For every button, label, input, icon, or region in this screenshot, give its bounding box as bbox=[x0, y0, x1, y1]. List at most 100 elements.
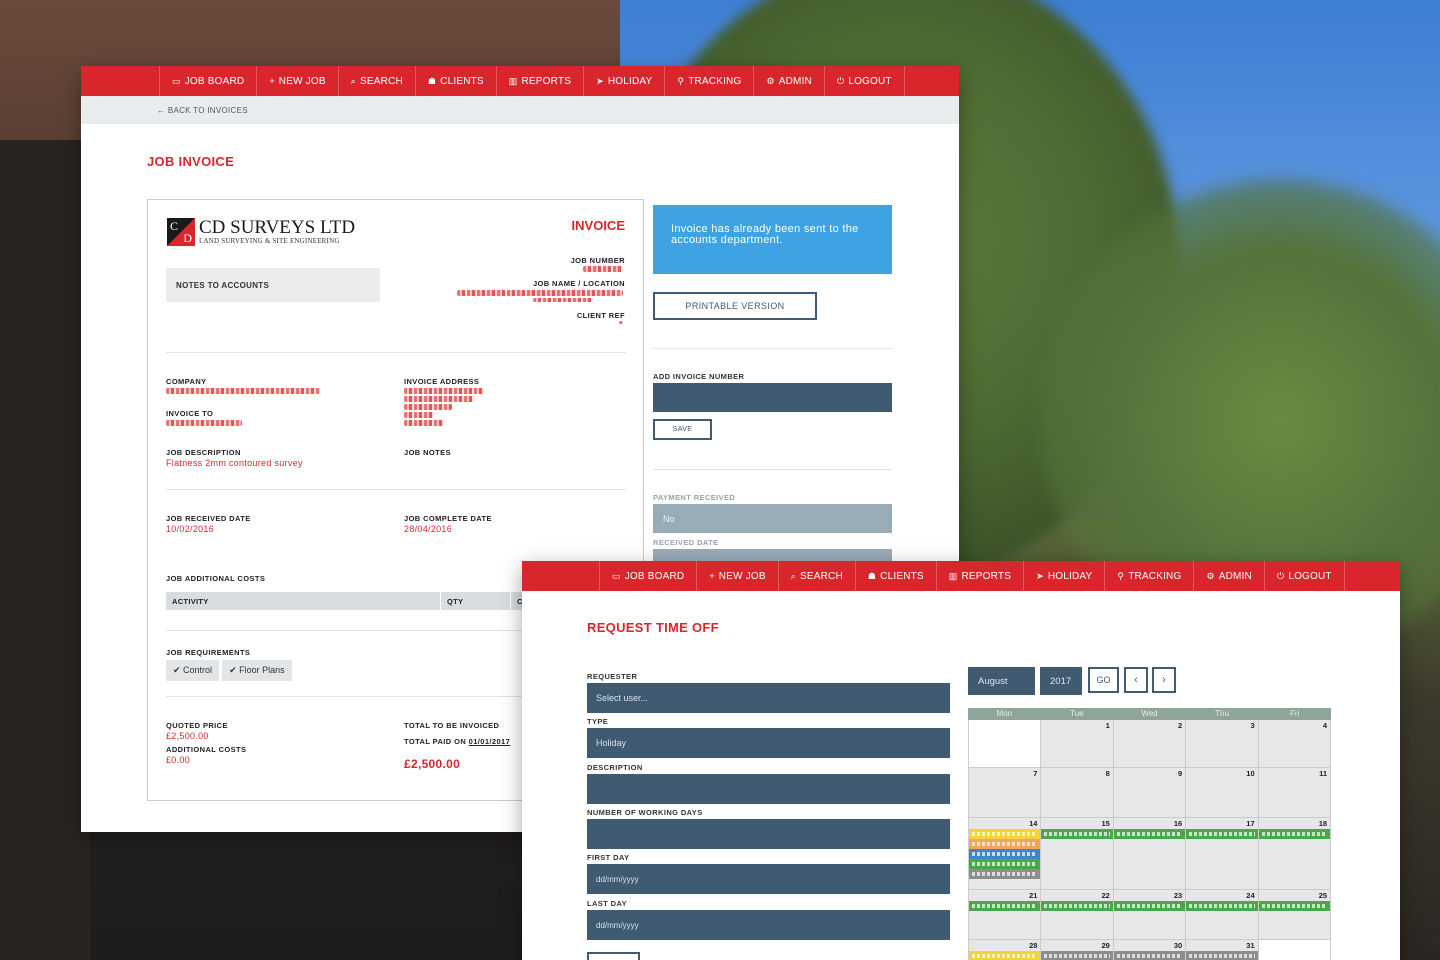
calendar-day-cell[interactable]: 2 bbox=[1113, 720, 1187, 768]
last-day-input[interactable]: dd/mm/yyyy bbox=[587, 910, 950, 940]
calendar-day-cell[interactable]: 28 bbox=[969, 940, 1042, 960]
nav-reports[interactable]: ▥ REPORTS bbox=[935, 561, 1023, 591]
holiday-event[interactable] bbox=[1258, 829, 1331, 839]
calendar-day-cell[interactable]: 10 bbox=[1186, 768, 1259, 818]
save-button[interactable]: SAVE bbox=[653, 419, 712, 440]
payment-received-select[interactable]: No bbox=[653, 504, 892, 533]
holiday-event[interactable] bbox=[1041, 951, 1113, 960]
working-days-input[interactable] bbox=[587, 819, 950, 849]
nav-clients[interactable]: ☗ CLIENTS bbox=[414, 66, 496, 96]
received-date-value: 10/02/2016 bbox=[166, 524, 215, 534]
quoted-price-label: QUOTED PRICE bbox=[166, 721, 228, 730]
next-month-button[interactable]: › bbox=[1152, 667, 1176, 693]
holiday-event[interactable] bbox=[1041, 901, 1113, 911]
nav-logout[interactable]: ⏻ LOGOUT bbox=[1263, 561, 1345, 591]
nav-holiday[interactable]: ➤ HOLIDAY bbox=[1023, 561, 1104, 591]
calendar-day-cell[interactable]: 17 bbox=[1186, 818, 1259, 890]
submit-button[interactable] bbox=[587, 952, 640, 960]
calendar-day-cell[interactable]: 18 bbox=[1258, 818, 1332, 890]
holiday-event[interactable] bbox=[1186, 829, 1258, 839]
nav-clients[interactable]: ☗ CLIENTS bbox=[854, 561, 936, 591]
holiday-event[interactable] bbox=[1113, 901, 1186, 911]
description-label: DESCRIPTION bbox=[587, 763, 643, 772]
nav-label: JOB BOARD bbox=[624, 570, 685, 582]
nav-reports[interactable]: ▥ REPORTS bbox=[495, 66, 583, 96]
month-select[interactable]: August bbox=[968, 667, 1035, 695]
holiday-event[interactable] bbox=[1041, 829, 1113, 839]
calendar-day-cell[interactable]: 7 bbox=[969, 768, 1042, 818]
calendar-day-cell[interactable]: 21 bbox=[969, 890, 1042, 940]
calendar-day-cell[interactable]: 8 bbox=[1041, 768, 1114, 818]
nav-admin[interactable]: ⚙ ADMIN bbox=[1193, 561, 1264, 591]
nav-logout[interactable]: ⏻ LOGOUT bbox=[823, 66, 905, 96]
nav-job-board[interactable]: ▭ JOB BOARD bbox=[599, 561, 696, 591]
holiday-event[interactable] bbox=[969, 869, 1041, 879]
nav-label: SEARCH bbox=[800, 570, 843, 582]
calendar-day-cell[interactable]: 31 bbox=[1186, 940, 1259, 960]
chevron-right-icon: › bbox=[1162, 674, 1166, 686]
nav-search[interactable]: ⌕ SEARCH bbox=[337, 66, 415, 96]
calendar-day-cell[interactable]: 22 bbox=[1041, 890, 1114, 940]
calendar-day-cell[interactable]: 11 bbox=[1258, 768, 1332, 818]
nav-job-board[interactable]: ▭ JOB BOARD bbox=[159, 66, 256, 96]
calendar-day-cell[interactable]: 3 bbox=[1186, 720, 1259, 768]
weekday-label: Thu bbox=[1215, 709, 1229, 718]
nav-search[interactable]: ⌕ SEARCH bbox=[777, 561, 855, 591]
day-number: 15 bbox=[1101, 819, 1110, 828]
nav-tracking[interactable]: ⚲ TRACKING bbox=[664, 66, 753, 96]
holiday-event[interactable] bbox=[969, 859, 1041, 869]
calendar-day-cell[interactable]: 24 bbox=[1186, 890, 1259, 940]
calendar-day-cell[interactable]: 15 bbox=[1041, 818, 1114, 890]
page-title: REQUEST TIME OFF bbox=[587, 620, 719, 635]
nav-new-job[interactable]: + NEW JOB bbox=[256, 66, 337, 96]
calendar-day-cell[interactable]: 1 bbox=[1041, 720, 1114, 768]
holiday-event[interactable] bbox=[969, 849, 1041, 859]
calendar-day-cell[interactable]: 30 bbox=[1113, 940, 1187, 960]
calendar-day-cell[interactable]: 9 bbox=[1113, 768, 1187, 818]
holiday-event[interactable] bbox=[1258, 901, 1331, 911]
first-day-input[interactable]: dd/mm/yyyy bbox=[587, 864, 950, 894]
holiday-event[interactable] bbox=[969, 829, 1041, 839]
requester-select[interactable]: Select user... bbox=[587, 683, 950, 713]
col-activity: ACTIVITY bbox=[166, 592, 441, 610]
prev-month-button[interactable]: ‹ bbox=[1124, 667, 1148, 693]
description-input[interactable] bbox=[587, 774, 950, 804]
type-select[interactable]: Holiday bbox=[587, 728, 950, 758]
request-time-off-window: ▭ JOB BOARD + NEW JOB ⌕ SEARCH ☗ CLIENTS ▥ REPORT… bbox=[522, 561, 1400, 960]
notes-to-accounts[interactable]: NOTES TO ACCOUNTS bbox=[166, 268, 380, 302]
calendar-day-cell[interactable]: 4 bbox=[1258, 720, 1332, 768]
total-paid-date: 01/01/2017 bbox=[468, 737, 511, 746]
calendar-day-cell[interactable] bbox=[969, 720, 1042, 768]
calendar-day-cell[interactable]: 29 bbox=[1041, 940, 1114, 960]
holiday-event[interactable] bbox=[969, 901, 1041, 911]
col-qty: QTY bbox=[441, 592, 511, 610]
holiday-event[interactable] bbox=[1113, 951, 1186, 960]
holiday-event[interactable] bbox=[969, 951, 1041, 960]
year-select[interactable]: 2017 bbox=[1040, 667, 1082, 695]
day-number: 25 bbox=[1318, 891, 1328, 900]
calendar-day-cell[interactable]: 23 bbox=[1113, 890, 1187, 940]
search-icon: ⌕ bbox=[350, 75, 356, 86]
nav-tracking[interactable]: ⚲ TRACKING bbox=[1104, 561, 1193, 591]
calendar-weekday-header: Mon Tue Wed Thu Fri bbox=[968, 708, 1331, 720]
nav-new-job[interactable]: + NEW JOB bbox=[696, 561, 777, 591]
client-ref-label: CLIENT REF bbox=[576, 311, 625, 320]
holiday-event[interactable] bbox=[1113, 829, 1186, 839]
job-notes-label: JOB NOTES bbox=[404, 448, 451, 457]
holiday-event[interactable] bbox=[1186, 951, 1258, 960]
nav-holiday[interactable]: ➤ HOLIDAY bbox=[583, 66, 664, 96]
holiday-event[interactable] bbox=[969, 839, 1041, 849]
job-number-label: JOB NUMBER bbox=[570, 256, 625, 265]
calendar-day-cell[interactable]: 16 bbox=[1113, 818, 1187, 890]
day-number: 7 bbox=[1033, 769, 1038, 778]
back-to-invoices-link[interactable]: ← BACK TO INVOICES bbox=[157, 106, 248, 115]
calendar-day-cell[interactable]: 14 bbox=[969, 818, 1042, 890]
calendar-day-cell[interactable]: 25 bbox=[1258, 890, 1332, 940]
go-button[interactable]: GO bbox=[1088, 667, 1119, 693]
nav-admin[interactable]: ⚙ ADMIN bbox=[753, 66, 824, 96]
holiday-event[interactable] bbox=[1186, 901, 1258, 911]
calendar-day-cell[interactable] bbox=[1258, 940, 1332, 960]
printable-version-button[interactable]: PRINTABLE VERSION bbox=[653, 292, 817, 320]
invoice-number-input[interactable] bbox=[653, 383, 892, 412]
plus-icon: + bbox=[269, 76, 275, 86]
